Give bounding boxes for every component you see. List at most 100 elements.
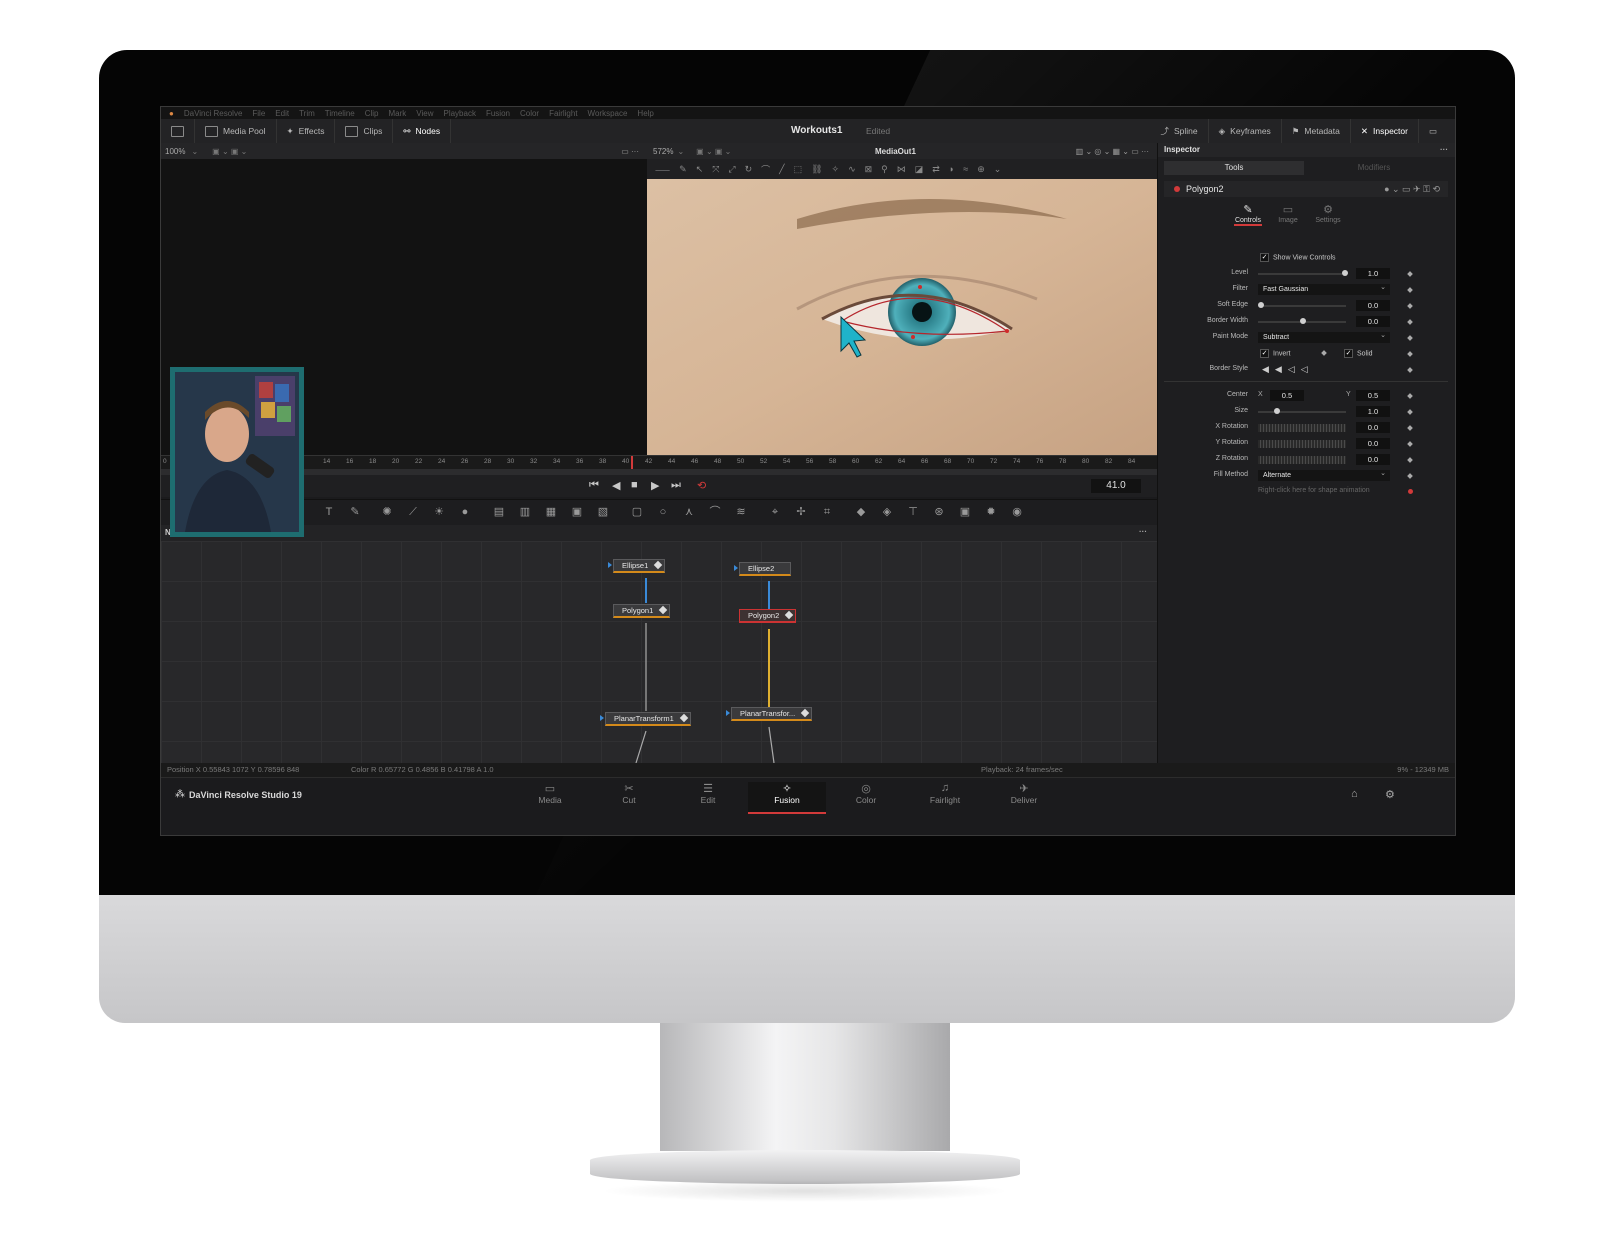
time-ruler[interactable]: 0 14 16 18 20 22 24 26 28 30 32 34 36 38… <box>161 455 1157 470</box>
node-editor[interactable]: Ellipse1 Polygon1 PlanarTransform1 Ellip… <box>161 541 1157 763</box>
checkbox-checked-icon[interactable]: ✓ <box>1260 253 1269 262</box>
border-width-value[interactable]: 0.0 <box>1356 316 1390 327</box>
clips-button[interactable]: Clips <box>335 119 394 143</box>
current-frame-field[interactable]: 41.0 <box>1091 479 1141 493</box>
keyframe-icon[interactable] <box>1407 319 1413 325</box>
node-planartransform1[interactable]: PlanarTransform1 <box>600 712 691 726</box>
keyframe-icon[interactable] <box>1407 457 1413 463</box>
light3d-tool-icon[interactable]: ✹ <box>985 506 997 518</box>
reduce-points-icon[interactable]: ⋈ <box>897 164 906 175</box>
page-cut[interactable]: ✂ Cut <box>590 782 668 812</box>
soft-edge-slider[interactable] <box>1258 305 1346 307</box>
camera3d-tool-icon[interactable]: ⊛ <box>933 506 945 518</box>
ellipse-mask-icon[interactable]: ○ <box>657 506 669 518</box>
subtab-image[interactable]: ▭ Image <box>1274 203 1302 226</box>
view-options-icon[interactable]: ▣ ⌄ ▣ ⌄ <box>696 147 731 156</box>
menu-timeline[interactable]: Timeline <box>325 109 355 118</box>
filter-dropdown[interactable]: Fast Gaussian <box>1258 282 1390 295</box>
y-rotation-thumbwheel[interactable] <box>1258 440 1346 448</box>
shape-animation-row[interactable]: Right-click here for shape animation <box>1158 485 1455 499</box>
page-color[interactable]: ◎ Color <box>827 782 905 812</box>
media-pool-button[interactable]: Media Pool <box>195 119 277 143</box>
bspline-mask-icon[interactable]: ⌒ <box>709 506 721 518</box>
z-rotation-value[interactable]: 0.0 <box>1356 454 1390 465</box>
level-slider[interactable] <box>1258 273 1346 275</box>
right-zoom-select[interactable]: 572% <box>647 147 673 156</box>
rectangle-mask-icon[interactable]: ▢ <box>631 506 643 518</box>
menu-edit[interactable]: Edit <box>275 109 289 118</box>
z-rotation-thumbwheel[interactable] <box>1258 456 1346 464</box>
brightness-tool-icon[interactable]: ☀ <box>433 506 445 518</box>
inspector-button[interactable]: ✕ Inspector <box>1351 119 1419 143</box>
animate-dot-icon[interactable] <box>1408 489 1413 494</box>
keyframe-icon[interactable] <box>1407 393 1413 399</box>
keyframe-icon[interactable] <box>1407 303 1413 309</box>
fullscreen-button[interactable]: ▭ <box>1419 119 1447 143</box>
node-polygon1[interactable]: Polygon1 <box>613 604 671 618</box>
x-rotation-thumbwheel[interactable] <box>1258 424 1346 432</box>
play-icon[interactable]: ▶ <box>651 479 659 492</box>
loader-tool-icon[interactable]: ▧ <box>597 506 609 518</box>
invert-checkbox[interactable]: ✓ <box>1260 349 1269 358</box>
menu-mark[interactable]: Mark <box>389 109 407 118</box>
paint-mode-dropdown[interactable]: Subtract <box>1258 330 1390 343</box>
line-tool-icon[interactable]: ╱ <box>779 164 784 175</box>
keyframes-button[interactable]: ◈ Keyframes <box>1209 119 1282 143</box>
reverse-icon[interactable]: ⇄ <box>932 164 940 175</box>
paint-mask-icon[interactable]: ≋ <box>735 506 747 518</box>
merge3d-tool-icon[interactable]: ◈ <box>881 506 893 518</box>
gear-icon[interactable]: ⚙ <box>1385 788 1395 801</box>
curve-tool-icon[interactable]: ⌒ <box>761 163 770 176</box>
particle-tool-icon[interactable]: ✺ <box>381 506 393 518</box>
menu-color[interactable]: Color <box>520 109 539 118</box>
menu-davinci[interactable]: DaVinci Resolve <box>184 109 243 118</box>
level-slider-knob[interactable] <box>1342 270 1348 276</box>
text3d-tool-icon[interactable]: ⊤ <box>907 506 919 518</box>
scale-tool-icon[interactable]: ⤢ <box>728 164 735 175</box>
blur-tool-icon[interactable]: ● <box>459 506 471 518</box>
box-tool-icon[interactable]: ⬚ <box>794 164 803 175</box>
tool-header[interactable]: Polygon2 ● ⌄ ▭ ✈ ⚿ ⟲ <box>1164 181 1448 197</box>
tracker-tool-icon[interactable]: ⌖ <box>769 506 781 518</box>
node-polygon2[interactable]: Polygon2 <box>739 609 797 623</box>
matte-tool-icon[interactable]: ▦ <box>545 506 557 518</box>
play-reverse-icon[interactable]: ◀ <box>612 479 620 492</box>
page-fairlight[interactable]: ♫ Fairlight <box>906 782 984 812</box>
chevron-down-icon[interactable]: ⌄ <box>677 147 684 156</box>
go-to-start-icon[interactable]: ⏮ <box>589 479 599 492</box>
keyframe-icon[interactable] <box>1407 425 1413 431</box>
toolbar-toggle-button[interactable] <box>161 119 195 143</box>
fill-method-dropdown[interactable]: Alternate <box>1258 468 1390 481</box>
node-ellipse2[interactable]: Ellipse2 <box>734 562 792 576</box>
solid-checkbox[interactable]: ✓ <box>1344 349 1353 358</box>
soft-edge-value[interactable]: 0.0 <box>1356 300 1390 311</box>
go-to-end-icon[interactable]: ⏭ <box>671 479 681 492</box>
playhead[interactable] <box>631 456 633 470</box>
menu-clip[interactable]: Clip <box>365 109 379 118</box>
mask-tool-icon[interactable]: ▣ <box>571 506 583 518</box>
text-tool-icon[interactable]: T <box>323 506 335 518</box>
border-style-buttons[interactable]: ◀◀◁◁ <box>1262 364 1314 375</box>
merge-tool-icon[interactable]: ▤ <box>493 506 505 518</box>
planar-transform-icon[interactable]: ⌗ <box>821 506 833 518</box>
page-deliver[interactable]: ✈ Deliver <box>985 782 1063 812</box>
keyframe-icon[interactable] <box>1407 271 1413 277</box>
border-width-slider-knob[interactable] <box>1300 318 1306 324</box>
polygon-mask-icon[interactable]: ⋏ <box>683 506 695 518</box>
rotate-tool-icon[interactable]: ↻ <box>745 164 753 175</box>
loop-icon[interactable]: ⟲ <box>697 479 706 492</box>
viewer-image[interactable] <box>647 179 1157 455</box>
show-view-controls-row[interactable]: ✓ Show View Controls <box>1158 251 1455 265</box>
gradient-tool-icon[interactable]: ⟋ <box>407 506 419 518</box>
more-tools-icon[interactable]: ⌄ <box>994 164 1002 175</box>
keyframe-icon[interactable] <box>1407 441 1413 447</box>
keyframe-icon[interactable] <box>1407 367 1413 373</box>
viewer-options-icon[interactable]: ▥ ⌄ ◎ ⌄ ▦ ⌄ ▭ ··· <box>1076 147 1149 156</box>
node-planartransform2[interactable]: PlanarTransfor... <box>726 707 813 721</box>
menu-trim[interactable]: Trim <box>299 109 315 118</box>
tool-header-icons[interactable]: ● ⌄ ▭ ✈ ⚿ ⟲ <box>1384 181 1440 197</box>
center-y-value[interactable]: 0.5 <box>1356 390 1390 401</box>
image-plane-icon[interactable]: ◉ <box>1011 506 1023 518</box>
more-options-icon[interactable]: ▭ ··· <box>621 147 639 156</box>
stop-icon[interactable]: ■ <box>631 479 638 491</box>
